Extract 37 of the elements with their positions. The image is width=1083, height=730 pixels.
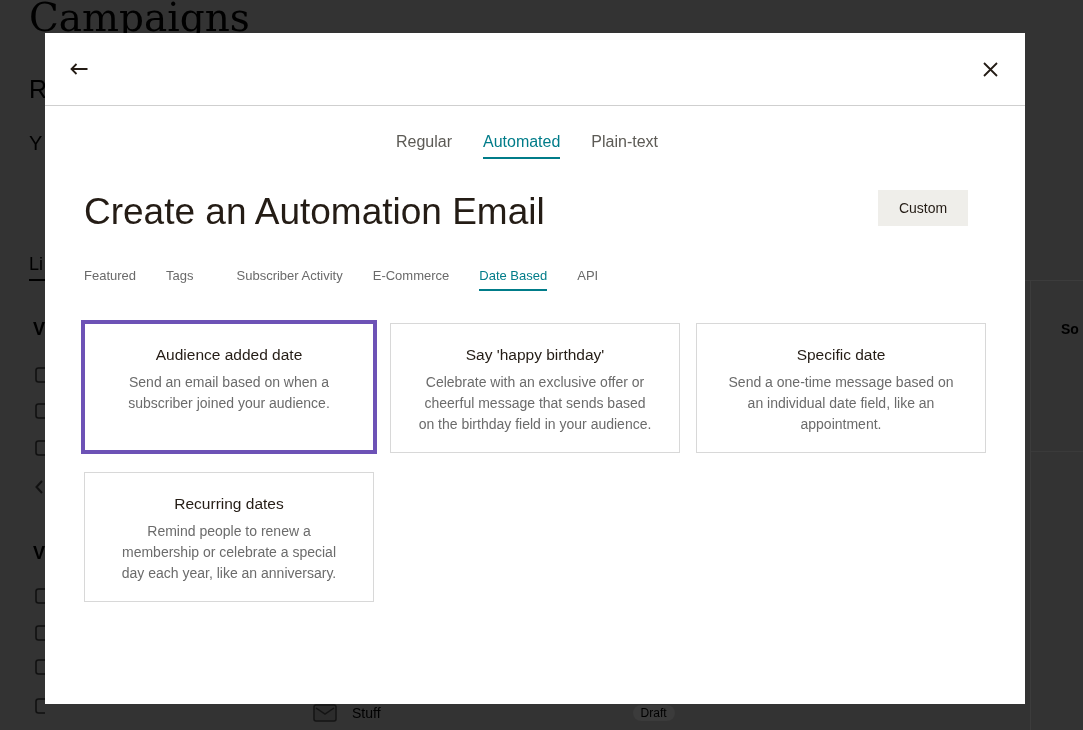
checkbox-icon	[35, 588, 45, 604]
category-tab[interactable]: Date Based	[479, 267, 548, 291]
card-title: Specific date	[795, 345, 887, 365]
checkbox-icon	[35, 659, 45, 675]
category-tab[interactable]: Tags	[166, 267, 194, 291]
close-button[interactable]	[983, 61, 998, 77]
checkbox-icon	[35, 403, 45, 419]
category-tab[interactable]: API	[577, 267, 599, 291]
type-tab[interactable]: Automated	[482, 132, 561, 159]
card-description: Send a one-time message based on an individual date field, like an appointment.	[727, 373, 955, 434]
category-tab[interactable]: E-Commerce	[372, 267, 450, 291]
back-button[interactable]	[70, 63, 88, 75]
type-tab[interactable]: Regular	[395, 132, 452, 159]
checkbox-icon	[35, 698, 45, 714]
category-tab[interactable]: Featured	[84, 267, 137, 291]
card-description: Celebrate with an exclusive offer or cheerful message that sends based on the birthday field in your audience.	[417, 373, 653, 434]
card-description: Send an email based on when a subscriber joined your audience.	[127, 373, 331, 413]
card-description: Remind people to renew a membership or celebrate a special day each year, like an anniversary.	[120, 522, 338, 583]
left-arrow-icon	[70, 63, 88, 75]
checkbox-icon	[35, 625, 45, 641]
template-card[interactable]: Recurring dates Remind people to renew a membership or celebrate a special day each year, like an anniversary.	[84, 472, 374, 602]
type-tab[interactable]: Plain-text	[591, 132, 659, 159]
dialog-title: Create an Automation Email	[84, 190, 545, 234]
template-card[interactable]: Audience added date Send an email based on when a subscriber joined your audience.	[81, 320, 377, 454]
custom-button[interactable]: Custom	[878, 190, 968, 226]
card-title: Recurring dates	[173, 494, 285, 514]
status-badge: Draft	[632, 705, 675, 721]
template-card[interactable]: Say 'happy birthday' Celebrate with an exclusive offer or cheerful message that sends based on the birthday field in your audience.	[390, 323, 680, 453]
checkbox-icon	[35, 367, 45, 383]
close-icon	[983, 61, 998, 77]
card-title: Audience added date	[154, 345, 304, 365]
chevron-icon	[35, 479, 43, 495]
envelope-icon	[313, 704, 337, 722]
category-tab[interactable]: Subscriber Activity	[236, 267, 343, 291]
checkbox-icon	[35, 440, 45, 456]
template-card[interactable]: Specific date Send a one-time message based on an individual date field, like an appointment.	[696, 323, 986, 453]
card-title: Say 'happy birthday'	[464, 345, 606, 365]
